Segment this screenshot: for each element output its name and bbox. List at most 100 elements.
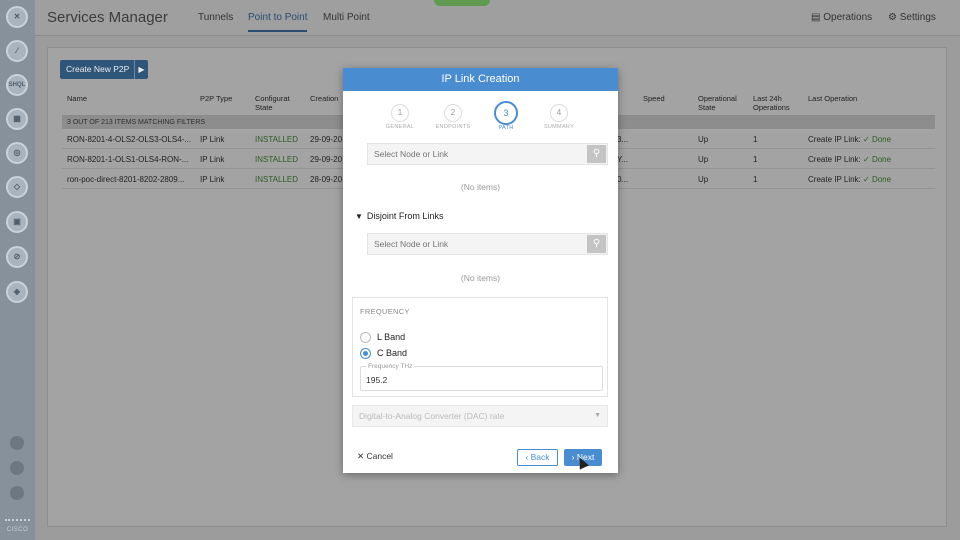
cell-type: IP Link [200,175,225,184]
done-badge: ✓ Done [863,175,892,184]
cell-mid: Y... [617,155,628,164]
cell-name[interactable]: RON-8201-4-OLS2-OLS3-OLS4-... [67,135,191,144]
step-endpoints[interactable]: 2 ENDPOINTS [433,104,473,130]
done-badge: ✓ Done [863,135,892,144]
status-tab[interactable] [434,0,490,6]
cell-config: INSTALLED [255,175,298,184]
monitor-icon[interactable]: ▣ [6,211,28,233]
cell-ops24: 1 [753,155,758,164]
cell-name[interactable]: RON-8201-1-OLS1-OLS4-RON-... [67,155,188,164]
frequency-thz-input[interactable] [361,369,591,390]
services-icon[interactable]: ◎ [6,142,28,164]
devices-icon[interactable]: ◇ [6,176,28,198]
frequency-thz-field: Frequency THz [360,363,603,391]
left-rail: ✕ ∕ SHQL ▦ ◎ ◇ ▣ ⊘ ◈ CISCO [0,0,35,540]
cell-mid: 3... [617,135,629,144]
cell-config: INSTALLED [255,135,298,144]
info-icon[interactable] [10,436,24,450]
cisco-logo-bars [5,519,30,525]
user-icon[interactable] [10,486,24,500]
step-number: 3 [494,101,518,125]
operations-icon: ▤ [811,12,824,23]
app-root: ✕ ∕ SHQL ▦ ◎ ◇ ▣ ⊘ ◈ CISCO Services Mana… [0,0,960,540]
tab-tunnels[interactable]: Tunnels [198,12,233,23]
cisco-logo: CISCO [6,527,29,533]
settings-label: Settings [899,12,936,23]
no-items-label: (No items) [460,182,501,192]
col-ops24[interactable]: Last 24h Operations [753,94,793,112]
col-creation[interactable]: Creation [310,94,338,103]
cell-name[interactable]: ron-poc-direct-8201-8202-2809... [67,175,184,184]
cell-opstate: Up [698,175,709,184]
step-number: 4 [550,104,568,122]
col-config[interactable]: Configurat State [255,94,295,112]
field-label: Frequency THz [366,363,415,370]
step-summary[interactable]: 4 SUMMARY [539,104,579,130]
disjoint-title: Disjoint From Links [366,211,444,221]
radio-label: L Band [377,332,406,342]
radio-button-selected[interactable] [360,348,371,360]
disjoint-search: ⚲ [367,233,608,255]
col-speed[interactable]: Speed [643,94,665,103]
search-icon[interactable]: ⚲ [587,145,606,163]
step-general[interactable]: 1 GENERAL [380,104,420,130]
col-name[interactable]: Name [67,94,87,103]
node-link-search: ⚲ [367,143,608,165]
cell-lastop: Create IP Link: ✓ Done [808,155,891,164]
shql-icon[interactable]: SHQL [6,74,28,96]
frequency-panel: FREQUENCY L Band C Band Frequency THz [352,297,608,397]
cell-mid: 0... [617,175,629,184]
cancel-button[interactable]: ✕ Cancel [357,451,393,462]
create-p2p-button[interactable]: Create New P2P ▶ [60,60,148,79]
disjoint-links-toggle[interactable]: ▼ Disjoint From Links [355,211,443,221]
back-button[interactable]: ‹ Back [517,449,558,466]
dac-placeholder: Digital-to-Analog Converter (DAC) rate [359,411,505,421]
chevron-down-icon: ▼ [594,412,601,419]
wizard-stepper: 1 GENERAL 2 ENDPOINTS 3 PATH 4 SUMMARY [343,91,618,136]
step-number: 2 [444,104,462,122]
back-label: Back [530,452,550,462]
tab-point-to-point[interactable]: Point to Point [248,12,308,32]
no-items-label: (No items) [460,273,501,283]
radio-button[interactable] [360,332,371,344]
cell-created: 28-09-20 [310,175,343,184]
step-number: 1 [391,104,409,122]
search-input[interactable] [368,144,568,164]
cell-created: 29-09-20 [310,155,343,164]
frequency-section-label: FREQUENCY [360,307,410,316]
lastop-text: Create IP Link: [808,135,861,144]
col-type[interactable]: P2P Type [200,94,232,103]
lastop-text: Create IP Link: [808,155,861,164]
settings-link[interactable]: ⚙ Settings [888,12,936,23]
tab-multi-point[interactable]: Multi Point [323,12,370,23]
play-icon[interactable]: ▶ [134,60,148,79]
topology-icon[interactable]: ∕ [6,40,28,62]
disjoint-search-input[interactable] [368,234,568,254]
caret-down-icon: ▼ [355,212,363,221]
operations-label: Operations [823,12,873,23]
radio-c-band[interactable]: C Band [360,348,408,360]
cell-lastop: Create IP Link: ✓ Done [808,175,891,184]
cancel-label: Cancel [366,451,393,461]
alarms-icon[interactable]: ⊘ [6,246,28,268]
radio-label: C Band [377,348,408,358]
cell-opstate: Up [698,135,709,144]
radio-l-band[interactable]: L Band [360,332,406,344]
step-label: ENDPOINTS [435,124,471,130]
settings-icon[interactable] [10,461,24,475]
app-title: Services Manager [47,9,168,26]
col-opstate[interactable]: Operational State [698,94,738,112]
config-icon[interactable]: ◈ [6,281,28,303]
step-label: GENERAL [385,124,415,130]
dac-rate-select[interactable]: Digital-to-Analog Converter (DAC) rate ▼ [352,405,608,427]
inventory-icon[interactable]: ▦ [6,108,28,130]
step-path[interactable]: 3 PATH [486,101,526,131]
step-label: PATH [498,125,514,131]
cell-ops24: 1 [753,135,758,144]
network-icon[interactable]: ✕ [6,6,28,28]
cell-opstate: Up [698,155,709,164]
search-icon[interactable]: ⚲ [587,235,606,253]
col-lastop[interactable]: Last Operation [808,94,857,103]
operations-link[interactable]: ▤ Operations [811,12,872,23]
gear-icon: ⚙ [888,12,900,23]
